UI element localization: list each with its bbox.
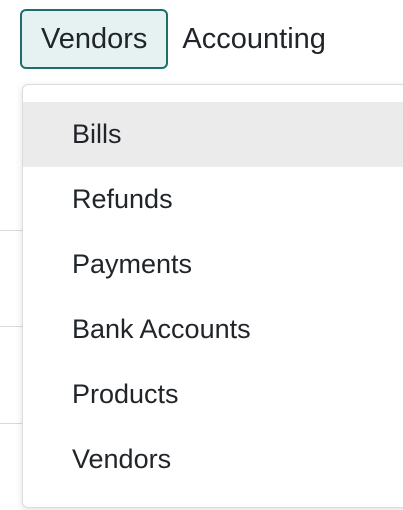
dropdown-item-payments[interactable]: Payments — [23, 232, 403, 297]
menu-vendors-button[interactable]: Vendors — [20, 9, 169, 69]
dropdown-item-bills[interactable]: Bills — [23, 102, 403, 167]
top-menu-bar: Vendors Accounting — [20, 9, 340, 69]
app-stage: Vendors Accounting Bills Refunds Payment… — [0, 0, 403, 510]
dropdown-item-bank-accounts[interactable]: Bank Accounts — [23, 297, 403, 362]
dropdown-item-refunds[interactable]: Refunds — [23, 167, 403, 232]
menu-accounting-button[interactable]: Accounting — [168, 9, 340, 69]
dropdown-item-vendors[interactable]: Vendors — [23, 427, 403, 492]
dropdown-item-products[interactable]: Products — [23, 362, 403, 427]
dropdown-item-list: Bills Refunds Payments Bank Accounts Pro… — [23, 85, 403, 492]
vendors-dropdown-menu: Bills Refunds Payments Bank Accounts Pro… — [22, 84, 403, 508]
